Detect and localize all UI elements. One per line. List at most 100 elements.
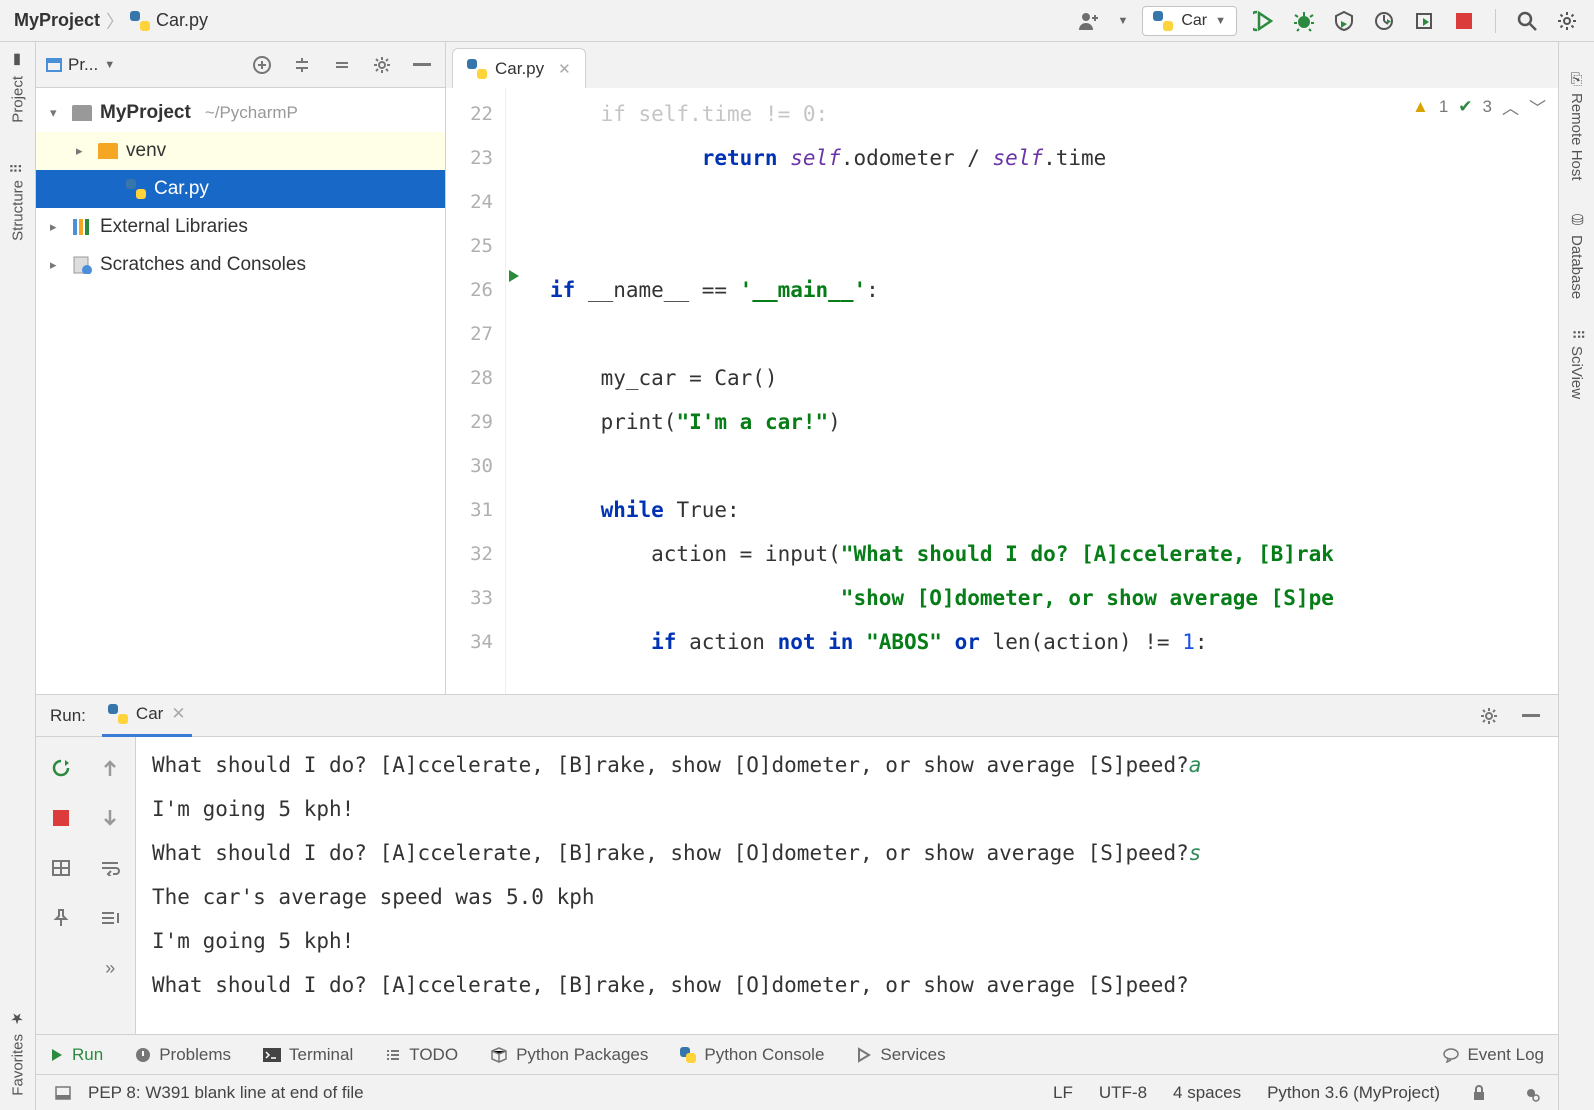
- line-separator[interactable]: LF: [1053, 1083, 1073, 1103]
- project-tool-button[interactable]: Project ▮: [9, 52, 27, 123]
- project-view-selector[interactable]: Pr... ▼: [46, 55, 115, 75]
- python-icon: [680, 1047, 696, 1063]
- project-tool-window: Pr... ▼ ▾ MyProject: [36, 42, 446, 694]
- chevron-down-icon[interactable]: ▼: [1117, 15, 1128, 27]
- debug-icon[interactable]: [1291, 8, 1317, 34]
- expand-arrow-icon[interactable]: ▸: [50, 257, 64, 273]
- expand-arrow-icon[interactable]: ▸: [76, 143, 90, 159]
- lock-icon[interactable]: [1466, 1080, 1492, 1106]
- console-tool-button[interactable]: Python Console: [680, 1045, 824, 1065]
- services-tool-button[interactable]: Services: [856, 1045, 945, 1065]
- structure-tool-button[interactable]: Structure ⠿: [9, 163, 27, 241]
- up-icon[interactable]: [97, 755, 123, 781]
- hide-icon[interactable]: [1518, 703, 1544, 729]
- sciview-button[interactable]: ⠿ SciView: [1568, 329, 1586, 399]
- status-message[interactable]: PEP 8: W391 blank line at end of file: [88, 1083, 364, 1103]
- status-bar: PEP 8: W391 blank line at end of file LF…: [36, 1074, 1558, 1110]
- search-icon[interactable]: [1514, 8, 1540, 34]
- warn-icon: [135, 1047, 151, 1063]
- stop-icon[interactable]: [48, 805, 74, 831]
- run-panel-header: Run: Car ✕: [36, 695, 1558, 737]
- remote-host-button[interactable]: ⎘ Remote Host: [1568, 72, 1585, 181]
- collapse-all-icon[interactable]: [329, 52, 355, 78]
- run-tab-car[interactable]: Car ✕: [102, 695, 192, 737]
- expand-all-icon[interactable]: [289, 52, 315, 78]
- tree-scratches[interactable]: ▸ Scratches and Consoles: [36, 246, 445, 284]
- folder-icon: ▮: [9, 52, 27, 70]
- concurrency-icon[interactable]: [1411, 8, 1437, 34]
- check-icon: ✔: [1458, 97, 1472, 117]
- run-tool-button[interactable]: Run: [50, 1045, 103, 1065]
- packages-tool-button[interactable]: Python Packages: [490, 1045, 648, 1065]
- list-icon: [385, 1048, 401, 1062]
- window-icon: [46, 58, 62, 72]
- scratches-icon: [72, 256, 92, 274]
- chevron-down-icon: ▼: [104, 59, 115, 71]
- database-button[interactable]: ⛁ Database: [1568, 211, 1586, 299]
- inspection-widget[interactable]: ▲ 1 ✔ 3 ︿ ﹀: [1412, 94, 1546, 119]
- settings-gear-icon[interactable]: [1476, 703, 1502, 729]
- tree-external-libraries[interactable]: ▸ External Libraries: [36, 208, 445, 246]
- project-tree: ▾ MyProject ~/PycharmP ▸ venv Car.py: [36, 88, 445, 290]
- event-log-button[interactable]: Event Log: [1443, 1045, 1544, 1065]
- remote-icon: ⎘: [1568, 72, 1585, 87]
- terminal-icon: [263, 1048, 281, 1062]
- encoding[interactable]: UTF-8: [1099, 1083, 1147, 1103]
- soft-wrap-icon[interactable]: [97, 855, 123, 881]
- editor-area: Car.py ✕ 22232425262728293031323334 if s…: [446, 42, 1558, 694]
- stop-icon[interactable]: [1451, 8, 1477, 34]
- code-editor[interactable]: 22232425262728293031323334 if self.time …: [446, 88, 1558, 694]
- run-icon[interactable]: [1251, 8, 1277, 34]
- settings-gear-icon[interactable]: [1554, 8, 1580, 34]
- database-icon: ⛁: [1568, 211, 1586, 229]
- breadcrumb-file[interactable]: Car.py: [130, 10, 208, 31]
- rerun-icon[interactable]: [48, 755, 74, 781]
- down-icon[interactable]: [97, 805, 123, 831]
- tree-root[interactable]: ▾ MyProject ~/PycharmP: [36, 94, 445, 132]
- problems-tool-button[interactable]: Problems: [135, 1045, 231, 1065]
- editor-tab-car[interactable]: Car.py ✕: [452, 48, 586, 88]
- python-file-icon: [126, 179, 146, 199]
- coverage-icon[interactable]: [1331, 8, 1357, 34]
- folder-icon: [98, 143, 118, 159]
- bubble-icon: [1443, 1047, 1459, 1063]
- tree-file-car[interactable]: Car.py: [36, 170, 445, 208]
- run-output[interactable]: What should I do? [A]ccelerate, [B]rake,…: [136, 737, 1558, 1034]
- locate-icon[interactable]: [249, 52, 275, 78]
- left-tool-stripe: Project ▮ Structure ⠿ Favorites ★: [0, 42, 36, 1110]
- pin-icon[interactable]: [48, 905, 74, 931]
- terminal-tool-button[interactable]: Terminal: [263, 1045, 353, 1065]
- breadcrumb-project[interactable]: MyProject: [14, 10, 100, 31]
- run-label: Run:: [50, 706, 86, 726]
- code-text[interactable]: if self.time != 0: return self.odometer …: [542, 88, 1558, 694]
- hide-icon[interactable]: [409, 52, 435, 78]
- collapse-arrow-icon[interactable]: ▾: [50, 105, 64, 121]
- navigation-bar: MyProject 〉 Car.py ▼ Car ▼: [0, 0, 1594, 42]
- profile-icon[interactable]: [1371, 8, 1397, 34]
- indent[interactable]: 4 spaces: [1173, 1083, 1241, 1103]
- close-tab-icon[interactable]: ✕: [558, 60, 571, 78]
- run-config-selector[interactable]: Car ▼: [1142, 6, 1237, 36]
- services-icon: [856, 1047, 872, 1063]
- tool-windows-icon[interactable]: [50, 1080, 76, 1106]
- expand-arrow-icon[interactable]: ▸: [50, 219, 64, 235]
- more-icon[interactable]: »: [97, 955, 123, 981]
- inspector-icon[interactable]: [1518, 1080, 1544, 1106]
- run-gutter-icon[interactable]: [506, 268, 542, 284]
- tree-venv[interactable]: ▸ venv: [36, 132, 445, 170]
- todo-tool-button[interactable]: TODO: [385, 1045, 458, 1065]
- up-arrow-icon[interactable]: ︿: [1502, 94, 1519, 119]
- run-controls: »: [36, 737, 136, 1034]
- scroll-to-end-icon[interactable]: [97, 905, 123, 931]
- interpreter[interactable]: Python 3.6 (MyProject): [1267, 1083, 1440, 1103]
- packages-icon: [490, 1047, 508, 1063]
- down-arrow-icon[interactable]: ﹀: [1529, 94, 1546, 119]
- python-file-icon: [1153, 11, 1173, 31]
- layout-icon[interactable]: [48, 855, 74, 881]
- close-tab-icon[interactable]: ✕: [171, 704, 185, 724]
- right-tool-stripe: ⎘ Remote Host ⛁ Database ⠿ SciView: [1558, 42, 1594, 1110]
- favorites-tool-button[interactable]: Favorites ★: [9, 1010, 27, 1096]
- add-user-icon[interactable]: [1077, 8, 1103, 34]
- folder-icon: [72, 105, 92, 121]
- settings-gear-icon[interactable]: [369, 52, 395, 78]
